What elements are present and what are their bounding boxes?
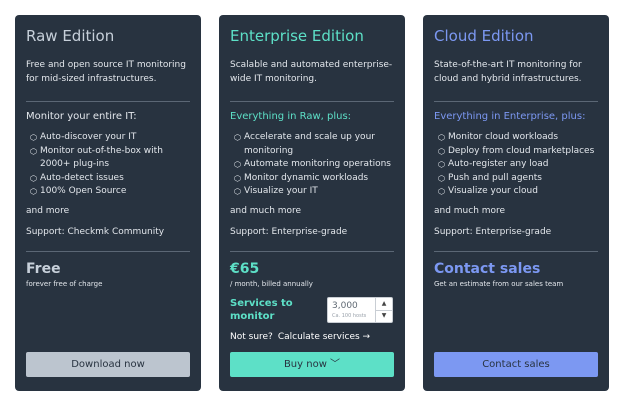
services-to-monitor-label: Services to monitor: [230, 298, 293, 322]
feature-item: ⬡ Visualize your cloud: [438, 186, 538, 196]
hexagon-bullet-icon: ⬡: [30, 133, 37, 142]
divider: [230, 101, 394, 102]
hexagon-bullet-icon: ⬡: [234, 160, 241, 169]
hexagon-bullet-icon: ⬡: [438, 187, 445, 196]
feature-item: ⬡ Deploy from cloud marketplaces: [438, 145, 595, 156]
feature-item: ⬡ Monitor dynamic workloads: [234, 172, 369, 183]
cloud-price: Contact sales: [434, 261, 541, 277]
hexagon-bullet-icon: ⬡: [234, 133, 241, 142]
feature-item: ⬡ 100% Open Source: [30, 186, 127, 196]
cloud-support-text: Support: Enterprise-grade: [434, 227, 552, 237]
divider: [26, 101, 190, 102]
enterprise-features-heading: Everything in Raw, plus:: [230, 111, 352, 122]
raw-edition-card: Raw Edition Free and open source IT moni…: [15, 15, 201, 391]
enterprise-more-text: and much more: [230, 206, 302, 216]
enterprise-price-note: / month, billed annually: [230, 280, 313, 288]
divider: [26, 251, 190, 252]
feature-item: ⬡ Push and pull agents: [438, 172, 542, 183]
feature-item: ⬡ Monitor cloud workloads: [438, 132, 559, 142]
raw-more-text: and more: [26, 206, 70, 216]
feature-item: ⬡ Auto-discover your IT: [30, 132, 137, 142]
chevron-down-icon[interactable]: ▼: [376, 310, 392, 322]
hexagon-bullet-icon: ⬡: [234, 187, 241, 196]
stepper-arrows: ▲ ▼: [375, 298, 392, 322]
hexagon-bullet-icon: ⬡: [30, 187, 37, 196]
raw-support-text: Support: Checkmk Community: [26, 227, 165, 237]
not-sure-text: Not sure?: [230, 332, 273, 342]
cloud-features-heading: Everything in Enterprise, plus:: [434, 111, 586, 122]
hexagon-bullet-icon: ⬡: [438, 133, 445, 142]
not-sure-line: Not sure? Calculate services →: [230, 331, 370, 343]
divider: [230, 251, 394, 252]
feature-item: ⬡ Auto-register any load: [438, 159, 549, 169]
download-now-button[interactable]: Download now: [26, 352, 190, 377]
divider: [434, 251, 598, 252]
calculate-services-link[interactable]: Calculate services →: [278, 332, 370, 342]
enterprise-support-text: Support: Enterprise-grade: [230, 227, 348, 237]
hexagon-bullet-icon: ⬡: [438, 173, 445, 183]
feature-item: ⬡ Auto-detect issues: [30, 172, 124, 183]
cloud-feature-list: ⬡ Monitor cloud workloads ⬡ Deploy from cl…: [434, 131, 598, 199]
enterprise-edition-card: Enterprise Edition Scalable and automate…: [219, 15, 405, 391]
raw-price-note: forever free of charge: [26, 280, 103, 288]
buy-now-button[interactable]: Buy now ﹀: [230, 352, 394, 377]
enterprise-edition-title: Enterprise Edition: [230, 27, 364, 45]
raw-edition-title: Raw Edition: [26, 27, 115, 45]
hexagon-bullet-icon: ⬡: [234, 173, 241, 183]
feature-item: ⬡ Accelerate and scale up your monitoring: [234, 132, 375, 156]
cloud-edition-title: Cloud Edition: [434, 27, 534, 45]
enterprise-feature-list: ⬡ Accelerate and scale up your monitoring…: [230, 131, 394, 199]
services-value[interactable]: 3,000: [332, 301, 358, 311]
raw-edition-description: Free and open source IT monitoring for m…: [26, 60, 186, 84]
hexagon-bullet-icon: ⬡: [30, 173, 37, 183]
services-stepper[interactable]: 3,000 Ca. 100 hosts ▲ ▼: [327, 297, 393, 323]
feature-item: ⬡ Automate monitoring operations: [234, 159, 391, 169]
hexagon-bullet-icon: ⬡: [438, 160, 445, 169]
hexagon-bullet-icon: ⬡: [30, 146, 37, 156]
contact-sales-button[interactable]: Contact sales: [434, 352, 598, 377]
cloud-price-note: Get an estimate from our sales team: [434, 280, 564, 288]
cloud-edition-description: State-of-the-art IT monitoring for cloud…: [434, 60, 582, 84]
raw-features-heading: Monitor your entire IT:: [26, 111, 137, 122]
hexagon-bullet-icon: ⬡: [438, 146, 445, 156]
enterprise-edition-description: Scalable and automated enterprise-wide I…: [230, 60, 393, 84]
cloud-edition-card: Cloud Edition State-of-the-art IT monito…: [423, 15, 609, 391]
cloud-more-text: and much more: [434, 206, 506, 216]
services-hint: Ca. 100 hosts: [332, 313, 367, 319]
raw-feature-list: ⬡ Auto-discover your IT ⬡ Monitor out-of-t…: [26, 131, 190, 199]
enterprise-price: €65: [230, 261, 260, 277]
feature-item: ⬡ Visualize your IT: [234, 186, 318, 196]
feature-item: ⬡ Monitor out-of-the-box with 2000+ plug-…: [30, 145, 163, 170]
divider: [434, 101, 598, 102]
raw-price: Free: [26, 261, 61, 277]
